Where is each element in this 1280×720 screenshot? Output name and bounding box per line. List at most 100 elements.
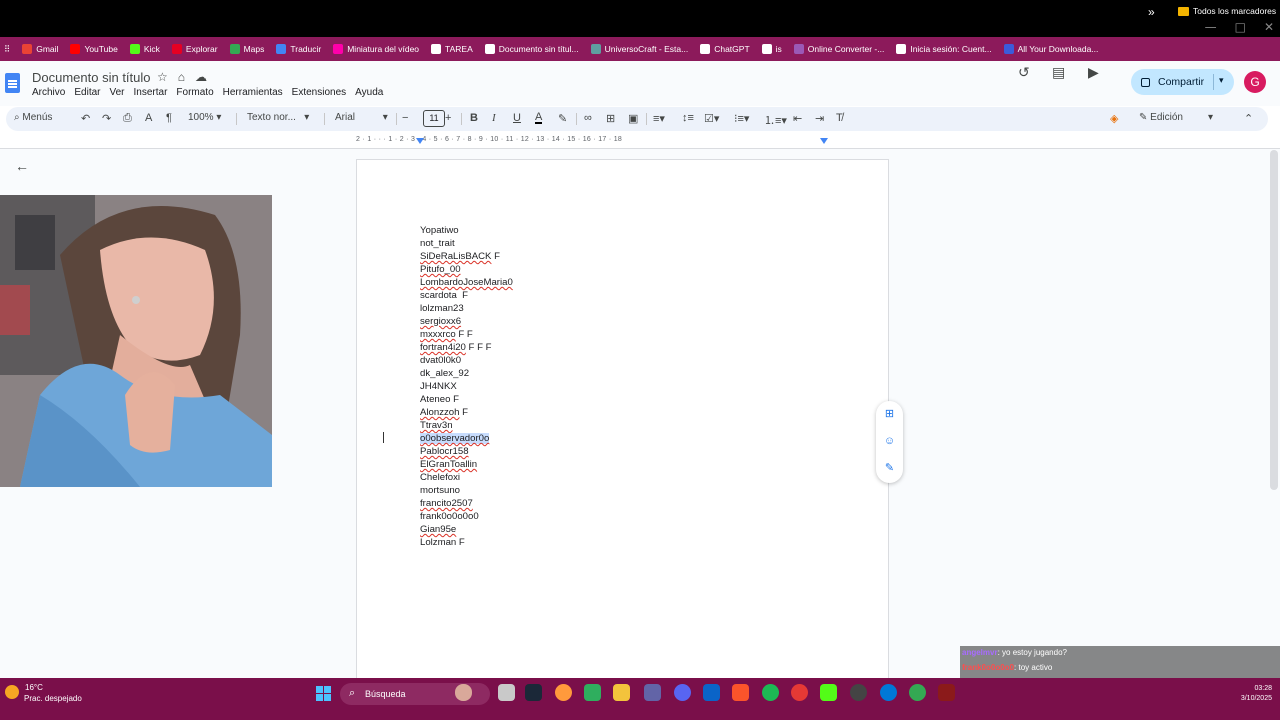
- spotify-icon[interactable]: [762, 684, 779, 701]
- add-comment-icon[interactable]: ⊞: [606, 112, 615, 125]
- suggest-edit-icon[interactable]: ✎: [883, 462, 896, 475]
- google-icon: [896, 44, 907, 54]
- style-select[interactable]: Texto nor... ▾: [247, 112, 309, 123]
- outlook-icon[interactable]: [703, 684, 720, 701]
- obs-icon[interactable]: [850, 684, 867, 701]
- steam-icon[interactable]: [525, 684, 542, 701]
- edge-icon[interactable]: [880, 684, 897, 701]
- bookmark-item[interactable]: Documento sin títul...: [484, 44, 579, 54]
- collapse-toolbar-icon[interactable]: ⌃: [1244, 112, 1253, 125]
- underline-icon[interactable]: U: [513, 112, 521, 124]
- menu-item[interactable]: Herramientas: [223, 87, 283, 98]
- bookmark-item[interactable]: Online Converter -...: [793, 44, 884, 54]
- brave-icon[interactable]: [732, 684, 749, 701]
- chrome-icon[interactable]: [909, 684, 926, 701]
- bookmark-item[interactable]: YouTube: [70, 44, 118, 54]
- task-view-icon[interactable]: [498, 684, 515, 701]
- zoom-select[interactable]: 100% ▾: [188, 112, 221, 123]
- bookmark-item[interactable]: Inicia sesión: Cuent...: [896, 44, 992, 54]
- comments-icon[interactable]: ▤: [1052, 64, 1065, 81]
- bulleted-list-icon[interactable]: ⁝≡▾: [734, 112, 749, 125]
- bookmark-item[interactable]: All Your Downloada...: [1003, 44, 1098, 54]
- bold-icon[interactable]: B: [470, 112, 478, 124]
- font-select[interactable]: Arial ▾: [335, 112, 388, 123]
- back-arrow-icon[interactable]: ←: [15, 158, 29, 174]
- paint-format-icon[interactable]: ¶: [166, 112, 172, 124]
- bookmark-item[interactable]: Kick: [129, 44, 160, 54]
- text-color-icon[interactable]: A: [535, 112, 543, 124]
- clear-formatting-icon[interactable]: T̸: [836, 112, 843, 124]
- emoji-reaction-icon[interactable]: ☺: [883, 435, 896, 448]
- bookmark-item[interactable]: ChatGPT: [700, 44, 750, 54]
- increase-font-size-icon[interactable]: +: [445, 112, 451, 124]
- bookmark-item[interactable]: Miniatura del vídeo: [333, 44, 419, 54]
- spellcheck-icon[interactable]: A: [145, 112, 152, 124]
- meet-icon[interactable]: ▶: [1088, 64, 1099, 81]
- mode-select[interactable]: ✎ Edición ▾: [1139, 112, 1213, 123]
- minimize-icon[interactable]: —: [1205, 20, 1217, 34]
- teams-icon[interactable]: [644, 684, 661, 701]
- right-indent-marker[interactable]: [820, 138, 828, 144]
- print-icon[interactable]: ⎙: [123, 112, 132, 125]
- widget-image-icon[interactable]: [455, 684, 472, 701]
- insert-image-icon[interactable]: ▣: [628, 112, 638, 125]
- menu-item[interactable]: Archivo: [32, 87, 65, 98]
- menu-item[interactable]: Formato: [176, 87, 213, 98]
- all-bookmarks-folder[interactable]: Todos los marcadores: [1178, 6, 1276, 16]
- firefox-icon[interactable]: [555, 684, 572, 701]
- star-icon[interactable]: ☆: [157, 70, 168, 84]
- bookmark-item[interactable]: UniversoCraft - Esta...: [590, 44, 688, 54]
- menu-item[interactable]: Extensiones: [292, 87, 346, 98]
- highlight-icon[interactable]: ✎: [558, 112, 567, 125]
- font-size-input[interactable]: 11: [423, 110, 445, 127]
- align-icon[interactable]: ≡▾: [653, 112, 665, 125]
- maximize-icon[interactable]: □: [1235, 20, 1246, 34]
- kick-app-icon[interactable]: [820, 684, 837, 701]
- link-icon[interactable]: ∞: [584, 112, 592, 124]
- system-clock[interactable]: 03:28 3/10/2025: [1212, 684, 1272, 704]
- ruler[interactable]: 2 · 1 · · · 1 · 2 · 3 · 4 · 5 · 6 · 7 · …: [356, 135, 889, 148]
- share-button[interactable]: Compartir ▾: [1131, 69, 1234, 95]
- document-body[interactable]: Yopatiwo not_trait SiDeRaLisBACK F Pitufo_0…: [420, 224, 513, 549]
- more-bookmarks-button[interactable]: »: [1148, 5, 1155, 19]
- line-spacing-icon[interactable]: ↕≡: [682, 112, 694, 124]
- undo-icon[interactable]: ↶: [81, 112, 90, 125]
- file-explorer-icon[interactable]: [613, 684, 630, 701]
- menu-item[interactable]: Ayuda: [355, 87, 383, 98]
- editing-mode-icon[interactable]: ◈: [1110, 112, 1118, 125]
- discord-icon[interactable]: [674, 684, 691, 701]
- share-dropdown-icon[interactable]: ▾: [1219, 75, 1224, 86]
- add-comment-float-icon[interactable]: ⊞: [883, 408, 896, 421]
- windows-start-icon[interactable]: [316, 686, 331, 701]
- bookmark-item[interactable]: is: [761, 44, 782, 54]
- increase-indent-icon[interactable]: ⇥: [815, 112, 824, 125]
- left-indent-marker[interactable]: [416, 138, 424, 144]
- close-icon[interactable]: ✕: [1264, 20, 1274, 34]
- italic-icon[interactable]: I: [492, 112, 496, 124]
- move-folder-icon[interactable]: ⌂: [178, 70, 185, 84]
- app-red-icon[interactable]: [791, 684, 808, 701]
- numbered-list-icon[interactable]: ⒈≡▾: [764, 112, 787, 128]
- apps-grid-icon[interactable]: ⠿: [4, 44, 10, 55]
- vertical-scrollbar[interactable]: [1270, 150, 1278, 490]
- bookmark-item[interactable]: Traducir: [276, 44, 321, 54]
- bookmark-item[interactable]: Gmail: [22, 44, 58, 54]
- avatar[interactable]: G: [1244, 71, 1266, 93]
- menus-search-button[interactable]: ⌕ Menús: [14, 112, 52, 123]
- bookmark-item[interactable]: Explorar: [171, 44, 218, 54]
- history-icon[interactable]: ↺: [1018, 64, 1030, 81]
- app-dark-red-icon[interactable]: [938, 684, 955, 701]
- bookmark-item[interactable]: TAREA: [431, 44, 473, 54]
- docs-logo-icon[interactable]: [5, 73, 20, 93]
- menu-item[interactable]: Editar: [74, 87, 100, 98]
- menu-item[interactable]: Insertar: [134, 87, 168, 98]
- bookmark-item[interactable]: Maps: [229, 44, 264, 54]
- redo-icon[interactable]: ↷: [102, 112, 111, 125]
- minecraft-icon[interactable]: [584, 684, 601, 701]
- document-title[interactable]: Documento sin título: [32, 70, 151, 85]
- menu-item[interactable]: Ver: [109, 87, 124, 98]
- decrease-indent-icon[interactable]: ⇤: [793, 112, 802, 125]
- checklist-icon[interactable]: ☑▾: [704, 112, 719, 125]
- decrease-font-size-icon[interactable]: −: [402, 112, 408, 124]
- cloud-saved-icon[interactable]: ☁: [195, 70, 207, 84]
